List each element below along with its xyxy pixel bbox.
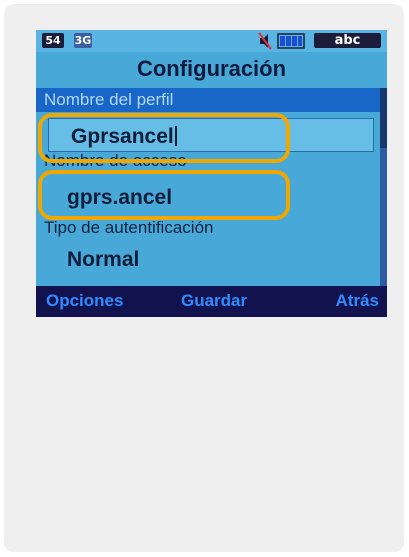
save-softkey[interactable]: Guardar (181, 291, 247, 311)
auth-type-label: Tipo de autentificación (44, 218, 214, 237)
scrollbar-thumb[interactable] (380, 88, 387, 148)
auth-type-value[interactable]: Normal (67, 248, 139, 272)
status-bar: 54 3G abc (36, 30, 387, 52)
page-title: Configuración (136, 56, 287, 81)
back-softkey[interactable]: Atrás (336, 291, 379, 311)
options-softkey[interactable]: Opciones (46, 291, 123, 311)
highlight-box-access (38, 170, 290, 220)
input-mode-indicator: abc (314, 33, 381, 48)
signal-indicator: 54 (42, 33, 64, 48)
battery-icon (277, 33, 305, 49)
profile-name-label: Nombre del perfil (36, 88, 380, 112)
network-3g-icon: 3G (74, 33, 92, 48)
highlight-box-profile (38, 113, 290, 163)
softkey-bar: Opciones Guardar Atrás (36, 286, 387, 317)
silent-mode-icon (258, 32, 272, 50)
